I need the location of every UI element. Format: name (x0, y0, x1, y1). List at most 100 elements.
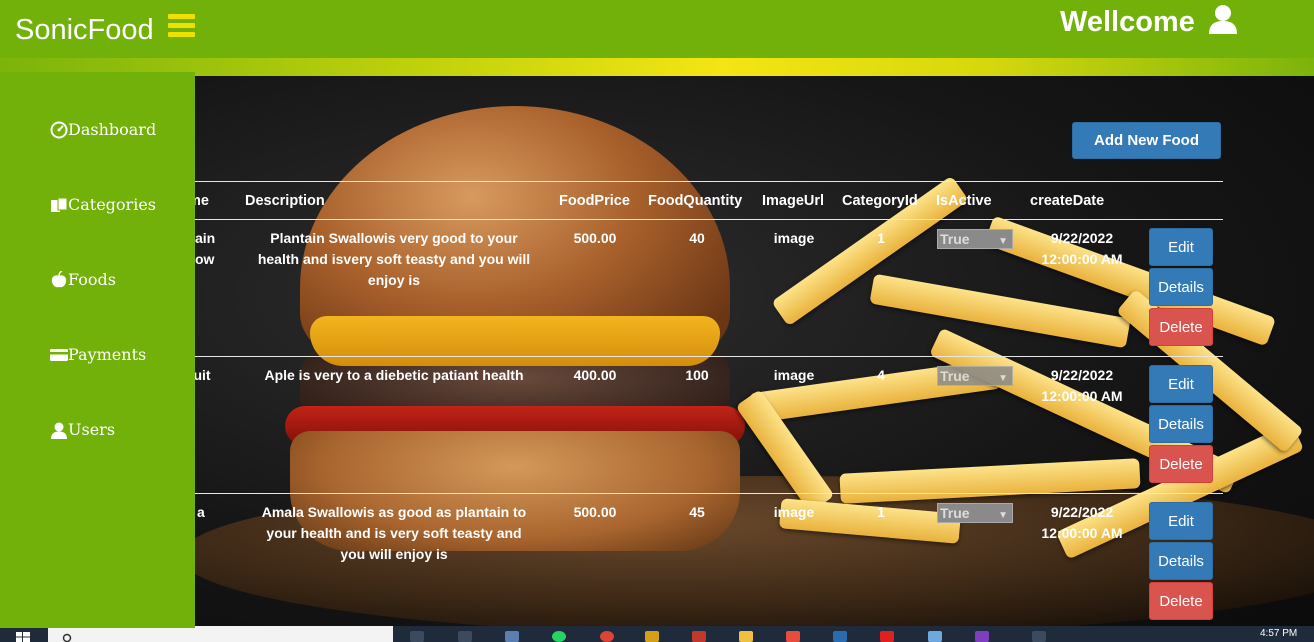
sidebar-item-label: Categories (68, 195, 156, 214)
select-value: True (940, 231, 970, 247)
sidebar-item-payments[interactable]: Payments (50, 345, 146, 364)
header-foodprice: FoodPrice (559, 193, 630, 209)
sidebar-item-label: Users (68, 420, 116, 439)
isactive-select[interactable]: True ▼ (937, 503, 1013, 523)
row-image: image (773, 367, 815, 383)
description-line: enjoy is (367, 272, 421, 288)
chrome-icon[interactable] (600, 631, 614, 642)
sidebar-item-categories[interactable]: Categories (50, 195, 156, 214)
visual-studio-icon[interactable] (975, 631, 989, 642)
brand-logo[interactable]: SonicFood (15, 14, 154, 47)
search-icon (62, 633, 72, 642)
isactive-select[interactable]: True ▼ (937, 229, 1013, 249)
row-category: 1 (877, 230, 885, 246)
row-createdate: 9/22/2022 12:00:00 AM (1032, 365, 1132, 407)
app-icon[interactable] (505, 631, 519, 642)
user-icon (51, 422, 67, 439)
details-button[interactable]: Details (1149, 405, 1213, 443)
table-divider (160, 493, 1223, 494)
app-icon[interactable] (645, 631, 659, 642)
description-line: your health and is very soft teasty and (266, 525, 522, 541)
delete-button[interactable]: Delete (1149, 308, 1213, 346)
dashboard-icon (50, 121, 68, 138)
name-line: a (197, 504, 205, 520)
row-quantity: 100 (685, 367, 709, 383)
description-line: Amala Swallowis as good as plantain to (261, 504, 527, 520)
row-price: 500.00 (573, 504, 617, 520)
whatsapp-icon[interactable] (552, 631, 566, 642)
row-image: image (773, 230, 815, 246)
app-icon[interactable] (1032, 631, 1046, 642)
table-divider (160, 356, 1223, 357)
folder-icon[interactable] (739, 631, 753, 642)
app-icon[interactable] (928, 631, 942, 642)
widgets-icon[interactable] (458, 631, 472, 642)
description-line: you will enjoy is (340, 546, 448, 562)
sidebar-item-label: Payments (68, 345, 147, 364)
windows-start-icon[interactable] (16, 632, 30, 642)
row-category: 4 (877, 367, 885, 383)
hamburger-menu-icon[interactable] (168, 14, 195, 38)
add-new-food-button[interactable]: Add New Food (1072, 122, 1221, 159)
details-button[interactable]: Details (1149, 542, 1213, 580)
table-divider (160, 181, 1223, 182)
row-name: ain ow (195, 228, 215, 270)
date-line: 12:00:00 AM (1041, 251, 1123, 267)
user-icon[interactable] (1207, 2, 1239, 34)
row-quantity: 45 (689, 504, 705, 520)
edit-button[interactable]: Edit (1149, 502, 1213, 540)
sidebar: Dashboard Categories Foods Payments User… (0, 72, 195, 628)
table-divider (160, 219, 1223, 220)
app-icon[interactable] (786, 631, 800, 642)
description-line: Plantain Swallowis very good to your (270, 230, 518, 246)
header-imageurl: ImageUrl (762, 193, 825, 209)
date-line: 12:00:00 AM (1041, 388, 1123, 404)
header-description: Description (245, 193, 325, 209)
details-button[interactable]: Details (1149, 268, 1213, 306)
edit-button[interactable]: Edit (1149, 228, 1213, 266)
sidebar-item-users[interactable]: Users (50, 420, 115, 439)
youtube-icon[interactable] (880, 631, 894, 642)
name-line: ow (195, 251, 215, 267)
top-navbar: SonicFood Wellcome (0, 0, 1314, 58)
header-categoryid: CategoryId (842, 193, 918, 209)
row-price: 400.00 (573, 367, 617, 383)
description-line: Aple is very to a diebetic patiant healt… (264, 367, 524, 383)
header-stripe (0, 58, 1314, 76)
taskbar-clock[interactable]: 4:57 PM (1260, 628, 1297, 639)
header-isactive: IsActive (936, 193, 992, 209)
app-icon[interactable] (692, 631, 706, 642)
row-description: Aple is very to a diebetic patiant healt… (244, 365, 544, 386)
date-line: 12:00:00 AM (1041, 525, 1123, 541)
row-category: 1 (877, 504, 885, 520)
chevron-down-icon: ▼ (998, 373, 1008, 384)
delete-button[interactable]: Delete (1149, 445, 1213, 483)
row-createdate: 9/22/2022 12:00:00 AM (1032, 502, 1132, 544)
taskbar-search-box[interactable] (48, 626, 393, 642)
task-view-icon[interactable] (410, 631, 424, 642)
foods-table: me Description FoodPrice FoodQuantity Im… (0, 181, 1314, 627)
apple-icon (51, 270, 67, 287)
row-createdate: 9/22/2022 12:00:00 AM (1032, 228, 1132, 270)
description-line: health and isvery soft teasty and you wi… (257, 251, 531, 267)
welcome-text: Wellcome (1060, 6, 1195, 38)
edit-button[interactable]: Edit (1149, 365, 1213, 403)
app-icon[interactable] (833, 631, 847, 642)
row-image: image (773, 504, 815, 520)
delete-button[interactable]: Delete (1149, 582, 1213, 620)
row-name: a (197, 502, 205, 523)
sidebar-item-dashboard[interactable]: Dashboard (50, 120, 156, 139)
sidebar-item-label: Foods (68, 270, 116, 289)
date-line: 9/22/2022 (1050, 367, 1114, 383)
chevron-down-icon: ▼ (998, 510, 1008, 521)
name-line: ain (195, 230, 216, 246)
row-description: Amala Swallowis as good as plantain to y… (244, 502, 544, 565)
sidebar-item-label: Dashboard (68, 120, 157, 139)
row-price: 500.00 (573, 230, 617, 246)
isactive-select[interactable]: True ▼ (937, 366, 1013, 386)
chevron-down-icon: ▼ (998, 236, 1008, 247)
sidebar-item-foods[interactable]: Foods (50, 270, 116, 289)
header-createdate: createDate (1030, 193, 1105, 209)
header-foodquantity: FoodQuantity (648, 193, 743, 209)
row-quantity: 40 (689, 230, 705, 246)
